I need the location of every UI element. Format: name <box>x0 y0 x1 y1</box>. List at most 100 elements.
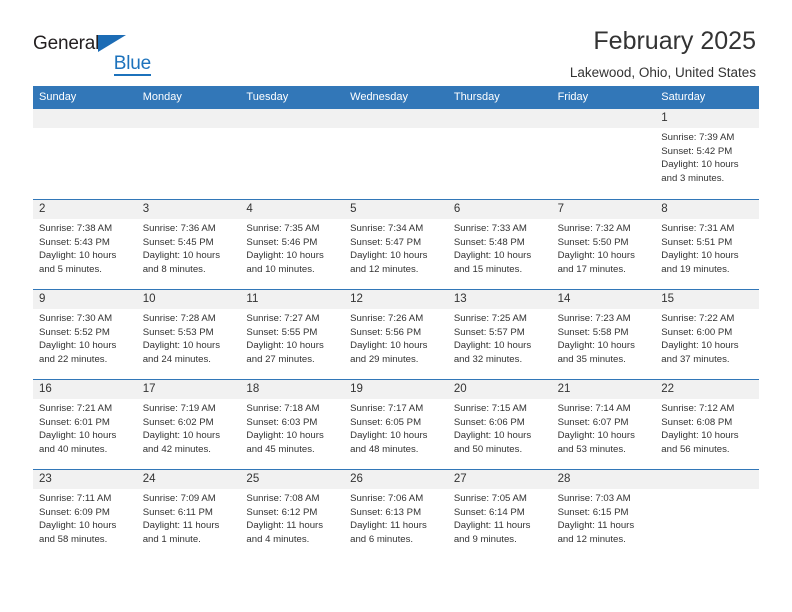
calendar-day-cell-empty <box>33 109 137 200</box>
sunrise-text: Sunrise: 7:31 AM <box>661 223 735 235</box>
calendar-day-cell[interactable]: 24 Sunrise: 7:09 AM Sunset: 6:11 PM Dayligh… <box>136 469 241 560</box>
daylight-text: Daylight: 10 hours and 32 minutes. <box>453 340 532 365</box>
sunset-text: Sunset: 6:01 PM <box>39 416 110 428</box>
day-details: Sunrise: 7:15 AM Sunset: 6:06 PM Daylight:… <box>448 399 552 456</box>
sunset-text: Sunset: 5:46 PM <box>246 236 318 248</box>
day-details: Sunrise: 7:06 AM Sunset: 6:13 PM Daylight:… <box>344 489 448 546</box>
sunrise-text: Sunrise: 7:18 AM <box>246 403 320 415</box>
sunrise-text: Sunrise: 7:25 AM <box>453 313 527 325</box>
day-details: Sunrise: 7:38 AM Sunset: 5:43 PM Daylight:… <box>33 219 137 276</box>
calendar-day-cell[interactable]: 25 Sunrise: 7:08 AM Sunset: 6:12 PM Dayligh… <box>240 469 345 560</box>
daylight-text: Daylight: 10 hours and 12 minutes. <box>350 250 428 275</box>
daylight-text: Daylight: 10 hours and 3 minutes. <box>661 159 739 184</box>
calendar-day-cell[interactable]: 12 Sunrise: 7:26 AM Sunset: 5:56 PM Dayligh… <box>344 289 448 380</box>
day-number: 22 <box>655 380 759 400</box>
weekday-wednesday: Wednesday <box>350 91 409 103</box>
sunrise-text: Sunrise: 7:33 AM <box>453 223 527 235</box>
calendar-day-cell[interactable]: 6 Sunrise: 7:33 AM Sunset: 5:48 PM Daylight… <box>447 199 552 290</box>
calendar-day-cell[interactable]: 3 Sunrise: 7:36 AM Sunset: 5:45 PM Daylight… <box>136 199 241 290</box>
calendar-day-cell[interactable]: 27 Sunrise: 7:05 AM Sunset: 6:14 PM Dayligh… <box>447 469 552 560</box>
calendar-day-cell[interactable]: 14 Sunrise: 7:23 AM Sunset: 5:58 PM Dayligh… <box>551 289 656 380</box>
sunset-text: Sunset: 6:05 PM <box>350 416 422 428</box>
daylight-text: Daylight: 11 hours and 1 minute. <box>142 520 220 545</box>
day-details: Sunrise: 7:17 AM Sunset: 6:05 PM Daylight:… <box>344 399 448 456</box>
day-number: 18 <box>240 380 345 400</box>
calendar-week-row: 9 Sunrise: 7:30 AM Sunset: 5:52 PM Daylight… <box>33 289 759 380</box>
weekday-header-row: Sunday Monday Tuesday Wednesday Thursday… <box>33 86 759 110</box>
daylight-text: Daylight: 10 hours and 40 minutes. <box>39 430 117 455</box>
calendar-day-cell[interactable]: 10 Sunrise: 7:28 AM Sunset: 5:53 PM Dayligh… <box>136 289 241 380</box>
calendar-week-row: 1 Sunrise: 7:39 AM Sunset: 5:42 PM Daylight… <box>33 109 759 200</box>
sunrise-text: Sunrise: 7:21 AM <box>39 403 113 415</box>
sunrise-text: Sunrise: 7:27 AM <box>246 313 320 325</box>
calendar-day-cell[interactable]: 4 Sunrise: 7:35 AM Sunset: 5:46 PM Daylight… <box>240 199 345 290</box>
daylight-text: Daylight: 10 hours and 19 minutes. <box>661 250 739 275</box>
day-number: 13 <box>447 290 552 310</box>
calendar-day-cell-empty <box>447 109 552 200</box>
daylight-text: Daylight: 10 hours and 50 minutes. <box>453 430 532 455</box>
calendar-day-cell[interactable]: 5 Sunrise: 7:34 AM Sunset: 5:47 PM Daylight… <box>344 199 448 290</box>
sunrise-text: Sunrise: 7:36 AM <box>142 223 216 235</box>
calendar-day-cell[interactable]: 9 Sunrise: 7:30 AM Sunset: 5:52 PM Daylight… <box>33 289 137 380</box>
logo-blue-text: Blue <box>113 53 151 76</box>
logo-general-text: General <box>33 33 100 54</box>
day-number: 27 <box>447 470 552 490</box>
day-number: 8 <box>655 200 759 220</box>
sunset-text: Sunset: 5:48 PM <box>453 236 525 248</box>
day-number <box>655 470 759 490</box>
day-number: 21 <box>551 380 656 400</box>
day-number: 9 <box>33 290 137 310</box>
weekday-monday: Monday <box>142 91 182 103</box>
day-number: 16 <box>33 380 137 400</box>
day-number: 14 <box>551 290 656 310</box>
day-details: Sunrise: 7:09 AM Sunset: 6:11 PM Daylight:… <box>137 489 241 546</box>
calendar-day-cell[interactable]: 22 Sunrise: 7:12 AM Sunset: 6:08 PM Dayligh… <box>655 379 759 470</box>
weekday-friday: Friday <box>557 91 589 103</box>
sunrise-text: Sunrise: 7:08 AM <box>246 493 320 505</box>
weekday-thursday: Thursday <box>453 91 500 103</box>
sunrise-text: Sunrise: 7:39 AM <box>661 132 735 144</box>
sunset-text: Sunset: 5:58 PM <box>557 326 629 338</box>
day-number: 23 <box>33 470 137 490</box>
calendar-day-cell[interactable]: 17 Sunrise: 7:19 AM Sunset: 6:02 PM Dayligh… <box>136 379 241 470</box>
sunset-text: Sunset: 5:47 PM <box>350 236 422 248</box>
calendar-day-cell[interactable]: 26 Sunrise: 7:06 AM Sunset: 6:13 PM Dayligh… <box>344 469 448 560</box>
sunrise-text: Sunrise: 7:38 AM <box>39 223 113 235</box>
calendar-day-cell[interactable]: 13 Sunrise: 7:25 AM Sunset: 5:57 PM Dayligh… <box>447 289 552 380</box>
page-title: February 2025 <box>593 27 756 55</box>
calendar-day-cell[interactable]: 1 Sunrise: 7:39 AM Sunset: 5:42 PM Daylight… <box>655 109 759 200</box>
daylight-text: Daylight: 10 hours and 27 minutes. <box>246 340 324 365</box>
calendar-week-row: 2 Sunrise: 7:38 AM Sunset: 5:43 PM Daylight… <box>33 199 759 290</box>
sunset-text: Sunset: 6:06 PM <box>453 416 525 428</box>
day-number: 2 <box>33 200 137 220</box>
sunset-text: Sunset: 5:53 PM <box>142 326 214 338</box>
calendar-day-cell[interactable]: 23 Sunrise: 7:11 AM Sunset: 6:09 PM Dayligh… <box>33 469 137 560</box>
sunset-text: Sunset: 6:11 PM <box>142 506 213 518</box>
day-details: Sunrise: 7:32 AM Sunset: 5:50 PM Daylight:… <box>552 219 656 276</box>
sunset-text: Sunset: 5:57 PM <box>453 326 525 338</box>
day-details: Sunrise: 7:21 AM Sunset: 6:01 PM Daylight:… <box>33 399 137 456</box>
calendar-day-cell[interactable]: 19 Sunrise: 7:17 AM Sunset: 6:05 PM Dayligh… <box>344 379 448 470</box>
calendar-day-cell[interactable]: 7 Sunrise: 7:32 AM Sunset: 5:50 PM Daylight… <box>551 199 656 290</box>
sunset-text: Sunset: 6:12 PM <box>246 506 318 518</box>
calendar-day-cell[interactable]: 21 Sunrise: 7:14 AM Sunset: 6:07 PM Dayligh… <box>551 379 656 470</box>
calendar-day-cell[interactable]: 20 Sunrise: 7:15 AM Sunset: 6:06 PM Dayligh… <box>447 379 552 470</box>
calendar-day-cell[interactable]: 8 Sunrise: 7:31 AM Sunset: 5:51 PM Daylight… <box>655 199 759 290</box>
sunset-text: Sunset: 5:56 PM <box>350 326 422 338</box>
calendar-day-cell[interactable]: 28 Sunrise: 7:03 AM Sunset: 6:15 PM Dayligh… <box>551 469 656 560</box>
daylight-text: Daylight: 10 hours and 17 minutes. <box>557 250 635 275</box>
sunrise-text: Sunrise: 7:11 AM <box>39 493 112 505</box>
day-details: Sunrise: 7:03 AM Sunset: 6:15 PM Daylight:… <box>552 489 656 546</box>
general-blue-logo[interactable]: General Blue <box>33 28 153 76</box>
calendar-day-cell[interactable]: 2 Sunrise: 7:38 AM Sunset: 5:43 PM Daylight… <box>33 199 137 290</box>
day-details: Sunrise: 7:25 AM Sunset: 5:57 PM Daylight:… <box>448 309 552 366</box>
calendar-page: General Blue February 2025 Lakewood, Ohi… <box>0 0 792 612</box>
day-number: 11 <box>240 290 345 310</box>
calendar-day-cell[interactable]: 18 Sunrise: 7:18 AM Sunset: 6:03 PM Dayligh… <box>240 379 345 470</box>
sunrise-text: Sunrise: 7:22 AM <box>661 313 735 325</box>
daylight-text: Daylight: 10 hours and 53 minutes. <box>557 430 635 455</box>
calendar-day-cell[interactable]: 16 Sunrise: 7:21 AM Sunset: 6:01 PM Dayligh… <box>33 379 137 470</box>
page-subtitle: Lakewood, Ohio, United States <box>569 64 756 80</box>
calendar-day-cell[interactable]: 15 Sunrise: 7:22 AM Sunset: 6:00 PM Dayligh… <box>655 289 759 380</box>
calendar-day-cell[interactable]: 11 Sunrise: 7:27 AM Sunset: 5:55 PM Dayligh… <box>240 289 345 380</box>
